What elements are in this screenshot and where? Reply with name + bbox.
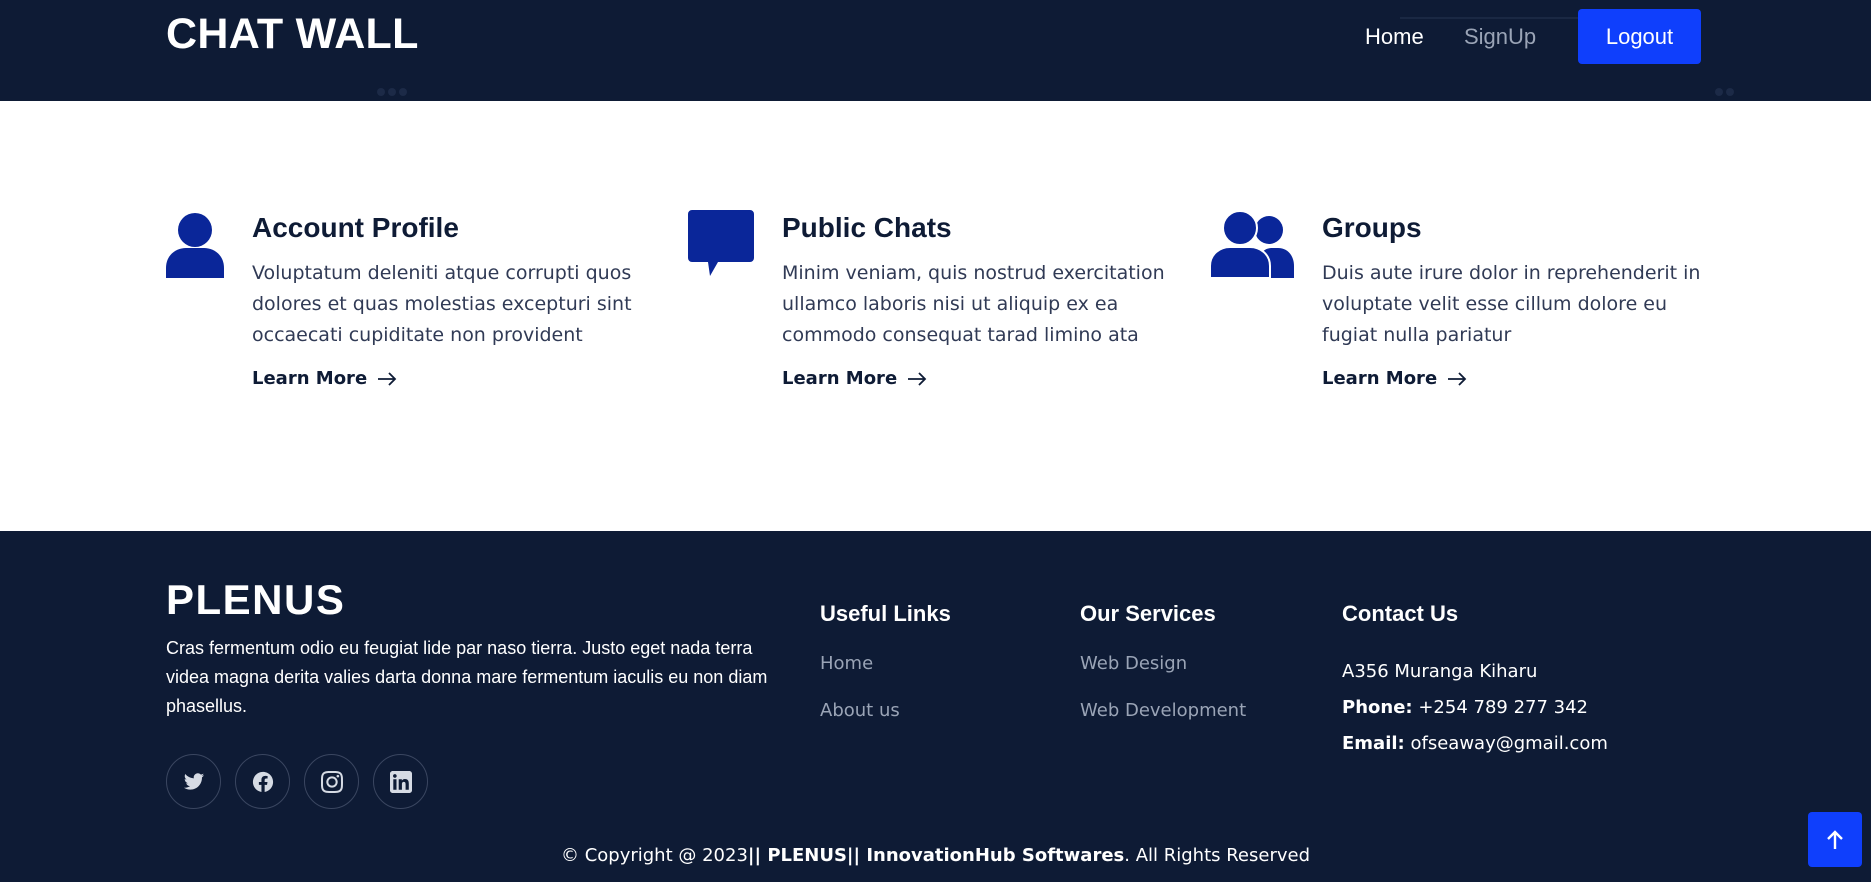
instagram-icon: [320, 770, 343, 793]
feature-title: Groups: [1322, 212, 1422, 243]
decorative-dots: [1715, 88, 1734, 96]
email-label: Email:: [1342, 733, 1405, 754]
learn-more-label: Learn More: [252, 368, 368, 389]
learn-more-label: Learn More: [1322, 368, 1438, 389]
social-links: [166, 754, 428, 809]
contact-address: A356 Muranga Kiharu: [1342, 661, 1538, 682]
contact-title: Contact Us: [1342, 601, 1459, 626]
chat-bubble-icon: [688, 210, 754, 276]
linkedin-icon: [389, 770, 412, 793]
feature-title: Account Profile: [252, 212, 459, 243]
arrow-right-icon: [1448, 371, 1467, 386]
feature-description: Duis aute irure dolor in reprehenderit i…: [1322, 262, 1701, 346]
footer-link-about[interactable]: About us: [820, 700, 900, 721]
instagram-link[interactable]: [304, 754, 359, 809]
decorative-line: [1400, 17, 1580, 19]
learn-more-label: Learn More: [782, 368, 898, 389]
learn-more-link[interactable]: Learn More: [1322, 368, 1467, 389]
useful-links-title: Useful Links: [820, 601, 951, 626]
site-logo[interactable]: CHAT WALL: [166, 10, 419, 59]
copyright-company: || PLENUS|| InnovationHub Softwares: [747, 845, 1125, 866]
feature-title: Public Chats: [782, 212, 952, 243]
services-title: Our Services: [1080, 601, 1216, 626]
arrow-right-icon: [908, 371, 927, 386]
footer-link-web-design[interactable]: Web Design: [1080, 653, 1187, 674]
facebook-icon: [252, 771, 273, 792]
site-footer: PLENUS Cras fermentum odio eu feugiat li…: [0, 531, 1871, 882]
phone-value: +254 789 277 342: [1418, 697, 1589, 718]
footer-logo[interactable]: PLENUS: [166, 576, 345, 624]
arrow-up-icon: [1827, 829, 1843, 849]
footer-description: Cras fermentum odio eu feugiat lide par …: [166, 638, 768, 716]
twitter-link[interactable]: [166, 754, 221, 809]
back-to-top-button[interactable]: [1808, 812, 1862, 867]
nav-home-link[interactable]: Home: [1365, 24, 1424, 50]
linkedin-link[interactable]: [373, 754, 428, 809]
decorative-dots: [377, 88, 407, 96]
facebook-link[interactable]: [235, 754, 290, 809]
copyright-text: © Copyright @ 2023|| PLENUS|| Innovation…: [0, 845, 1871, 866]
learn-more-link[interactable]: Learn More: [782, 368, 927, 389]
feature-description: Voluptatum deleniti atque corrupti quos …: [252, 262, 632, 346]
feature-description: Minim veniam, quis nostrud exercitation …: [782, 262, 1165, 346]
contact-phone: Phone: +254 789 277 342: [1342, 697, 1588, 718]
arrow-right-icon: [378, 371, 397, 386]
nav-signup-link[interactable]: SignUp: [1464, 24, 1536, 50]
twitter-icon: [183, 772, 204, 790]
logout-button[interactable]: Logout: [1578, 9, 1701, 64]
email-value[interactable]: ofseaway@gmail.com: [1410, 733, 1607, 754]
top-navbar: CHAT WALL Home SignUp Logout: [0, 0, 1871, 101]
learn-more-link[interactable]: Learn More: [252, 368, 397, 389]
users-group-icon: [1210, 210, 1294, 279]
copyright-suffix: . All Rights Reserved: [1124, 845, 1311, 866]
footer-link-web-development[interactable]: Web Development: [1080, 700, 1246, 721]
user-icon: [166, 213, 224, 278]
copyright-prefix: © Copyright @ 2023: [560, 845, 748, 866]
phone-label: Phone:: [1342, 697, 1413, 718]
contact-email: Email: ofseaway@gmail.com: [1342, 733, 1608, 754]
footer-link-home[interactable]: Home: [820, 653, 873, 674]
